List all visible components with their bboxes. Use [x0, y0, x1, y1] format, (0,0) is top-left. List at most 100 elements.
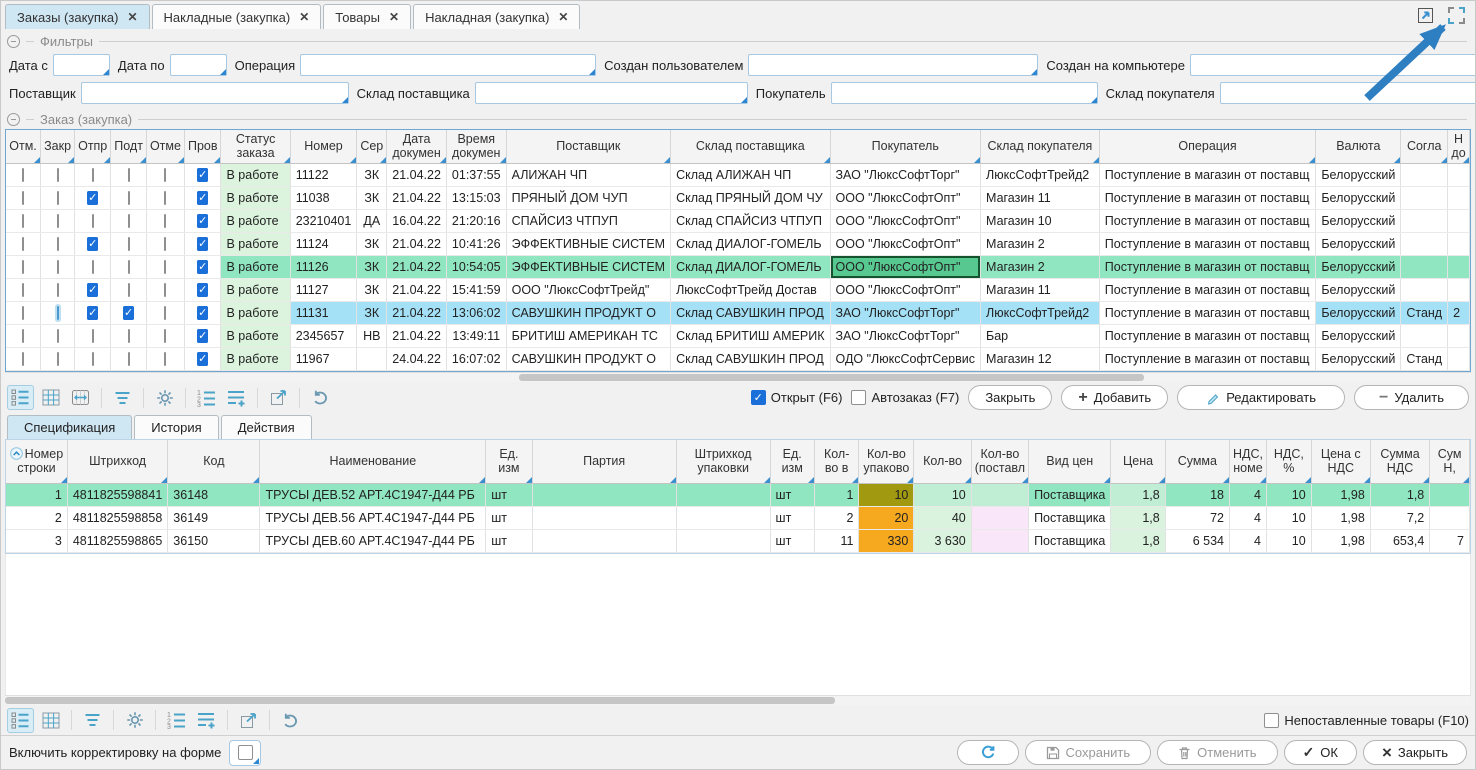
- column-header[interactable]: Статус заказа: [221, 130, 290, 163]
- close-icon[interactable]: ✕: [299, 11, 309, 23]
- correction-checkbox[interactable]: [229, 740, 261, 766]
- row-checkbox[interactable]: [128, 329, 130, 343]
- row-checkbox[interactable]: [22, 168, 24, 182]
- close-icon[interactable]: ✕: [389, 11, 399, 23]
- row-checkbox[interactable]: [57, 306, 59, 320]
- tab-history[interactable]: История: [134, 415, 218, 439]
- add-row-icon[interactable]: [193, 708, 220, 733]
- buyer-warehouse-input[interactable]: [1220, 82, 1476, 104]
- tab-actions[interactable]: Действия: [221, 415, 312, 439]
- tab-goods[interactable]: Товары✕: [323, 4, 411, 29]
- row-checkbox[interactable]: ✓: [87, 306, 98, 320]
- row-checkbox[interactable]: ✓: [123, 306, 134, 320]
- row-checkbox[interactable]: [128, 260, 130, 274]
- order-row[interactable]: ✓В работе23210401ДА16.04.2221:20:16СПАЙС…: [6, 209, 1470, 232]
- filter-icon[interactable]: [79, 708, 106, 733]
- row-checkbox[interactable]: [22, 237, 24, 251]
- row-checkbox[interactable]: ✓: [197, 237, 208, 251]
- open-external-icon[interactable]: [265, 385, 292, 410]
- numbered-list-icon[interactable]: 123: [163, 708, 190, 733]
- column-header[interactable]: Кол-во (поставл: [971, 440, 1028, 484]
- supplier-warehouse-input[interactable]: [475, 82, 748, 104]
- tab-invoices-purchase[interactable]: Накладные (закупка)✕: [152, 4, 322, 29]
- row-checkbox[interactable]: ✓: [197, 306, 208, 320]
- calendar-range-icon[interactable]: [67, 385, 94, 410]
- row-checkbox[interactable]: ✓: [197, 352, 208, 366]
- row-checkbox[interactable]: [92, 352, 94, 366]
- column-header[interactable]: Номер: [290, 130, 357, 163]
- column-header[interactable]: Кол-во упаково: [859, 440, 914, 484]
- column-header[interactable]: Дата докумен: [387, 130, 447, 163]
- column-header[interactable]: Код: [168, 440, 260, 484]
- row-checkbox[interactable]: [164, 306, 166, 320]
- row-checkbox[interactable]: ✓: [197, 329, 208, 343]
- tab-orders-purchase[interactable]: Заказы (закупка)✕: [5, 4, 150, 29]
- order-row[interactable]: ✓✓В работе11127ЗК21.04.2215:41:59ООО "Лю…: [6, 278, 1470, 301]
- row-checkbox[interactable]: [128, 168, 130, 182]
- row-checkbox[interactable]: [92, 260, 94, 274]
- tab-invoice-purchase[interactable]: Накладная (закупка)✕: [413, 4, 580, 29]
- date-to-input[interactable]: [170, 54, 227, 76]
- column-header[interactable]: Время докумен: [446, 130, 506, 163]
- filter-icon[interactable]: [109, 385, 136, 410]
- operation-input[interactable]: [300, 54, 596, 76]
- column-header[interactable]: Согла: [1401, 130, 1448, 163]
- column-header[interactable]: Склад поставщика: [671, 130, 830, 163]
- row-checkbox[interactable]: [128, 352, 130, 366]
- fullscreen-corners-icon[interactable]: [1446, 5, 1467, 31]
- row-checkbox[interactable]: [92, 214, 94, 228]
- close-form-button[interactable]: ×Закрыть: [1363, 740, 1467, 765]
- row-checkbox[interactable]: [128, 191, 130, 205]
- row-checkbox[interactable]: [57, 352, 59, 366]
- spec-row[interactable]: 3481182559886536150ТРУСЫ ДЕВ.60 АРТ.4С19…: [6, 530, 1470, 553]
- spec-row[interactable]: 2481182559885836149ТРУСЫ ДЕВ.56 АРТ.4С19…: [6, 507, 1470, 530]
- row-checkbox[interactable]: [164, 168, 166, 182]
- order-row[interactable]: ✓✓В работе11038ЗК21.04.2213:15:03ПРЯНЫЙ …: [6, 186, 1470, 209]
- order-row[interactable]: ✓В работе11122ЗК21.04.2201:37:55АЛИЖАН Ч…: [6, 163, 1470, 186]
- collapse-icon[interactable]: [7, 35, 20, 48]
- column-header[interactable]: Сер: [357, 130, 387, 163]
- open-external-icon[interactable]: [235, 708, 262, 733]
- column-header[interactable]: Вид цен: [1029, 440, 1111, 484]
- column-header[interactable]: Валюта: [1316, 130, 1401, 163]
- column-header[interactable]: Отме: [146, 130, 184, 163]
- row-checkbox[interactable]: ✓: [197, 283, 208, 297]
- list-view-icon[interactable]: [7, 385, 34, 410]
- row-checkbox[interactable]: ✓: [197, 214, 208, 228]
- numbered-list-icon[interactable]: 123: [193, 385, 220, 410]
- order-row[interactable]: ✓✓В работе11124ЗК21.04.2210:41:26ЭФФЕКТИ…: [6, 232, 1470, 255]
- table-grid-icon[interactable]: [37, 708, 64, 733]
- column-header[interactable]: Н до: [1448, 130, 1470, 163]
- order-row[interactable]: ✓✓✓В работе11131ЗК21.04.2213:06:02САВУШК…: [6, 301, 1470, 324]
- row-checkbox[interactable]: ✓: [87, 191, 98, 205]
- column-header[interactable]: Ед. изм: [770, 440, 814, 484]
- refresh-icon[interactable]: [277, 708, 304, 733]
- column-header[interactable]: Цена с НДС: [1311, 440, 1370, 484]
- settings-gear-icon[interactable]: [151, 385, 178, 410]
- ok-button[interactable]: ✓ОК: [1284, 740, 1357, 765]
- row-checkbox[interactable]: [57, 237, 59, 251]
- column-header[interactable]: Номер строки: [6, 440, 67, 484]
- column-header[interactable]: Пров: [184, 130, 221, 163]
- list-view-icon[interactable]: [7, 708, 34, 733]
- spec-horizontal-scrollbar[interactable]: [5, 695, 1471, 705]
- edit-order-button[interactable]: Редактировать: [1177, 385, 1345, 410]
- column-header[interactable]: Отпр: [75, 130, 111, 163]
- orders-horizontal-scrollbar[interactable]: [5, 372, 1471, 382]
- supplier-input[interactable]: [81, 82, 349, 104]
- column-header[interactable]: Подт: [111, 130, 147, 163]
- column-header[interactable]: Партия: [532, 440, 676, 484]
- row-checkbox[interactable]: [57, 283, 59, 297]
- row-checkbox[interactable]: [164, 260, 166, 274]
- created-on-computer-input[interactable]: [1190, 54, 1476, 76]
- row-checkbox[interactable]: [22, 214, 24, 228]
- cancel-button[interactable]: Отменить: [1157, 740, 1277, 765]
- column-header[interactable]: Сумма НДС: [1370, 440, 1429, 484]
- spec-row[interactable]: 1481182559884136148ТРУСЫ ДЕВ.52 АРТ.4С19…: [6, 484, 1470, 507]
- row-checkbox[interactable]: ✓: [197, 260, 208, 274]
- close-icon[interactable]: ✕: [558, 11, 568, 23]
- column-header[interactable]: Цена: [1111, 440, 1165, 484]
- close-order-button[interactable]: Закрыть: [968, 385, 1052, 410]
- row-checkbox[interactable]: ✓: [197, 191, 208, 205]
- row-checkbox[interactable]: [164, 283, 166, 297]
